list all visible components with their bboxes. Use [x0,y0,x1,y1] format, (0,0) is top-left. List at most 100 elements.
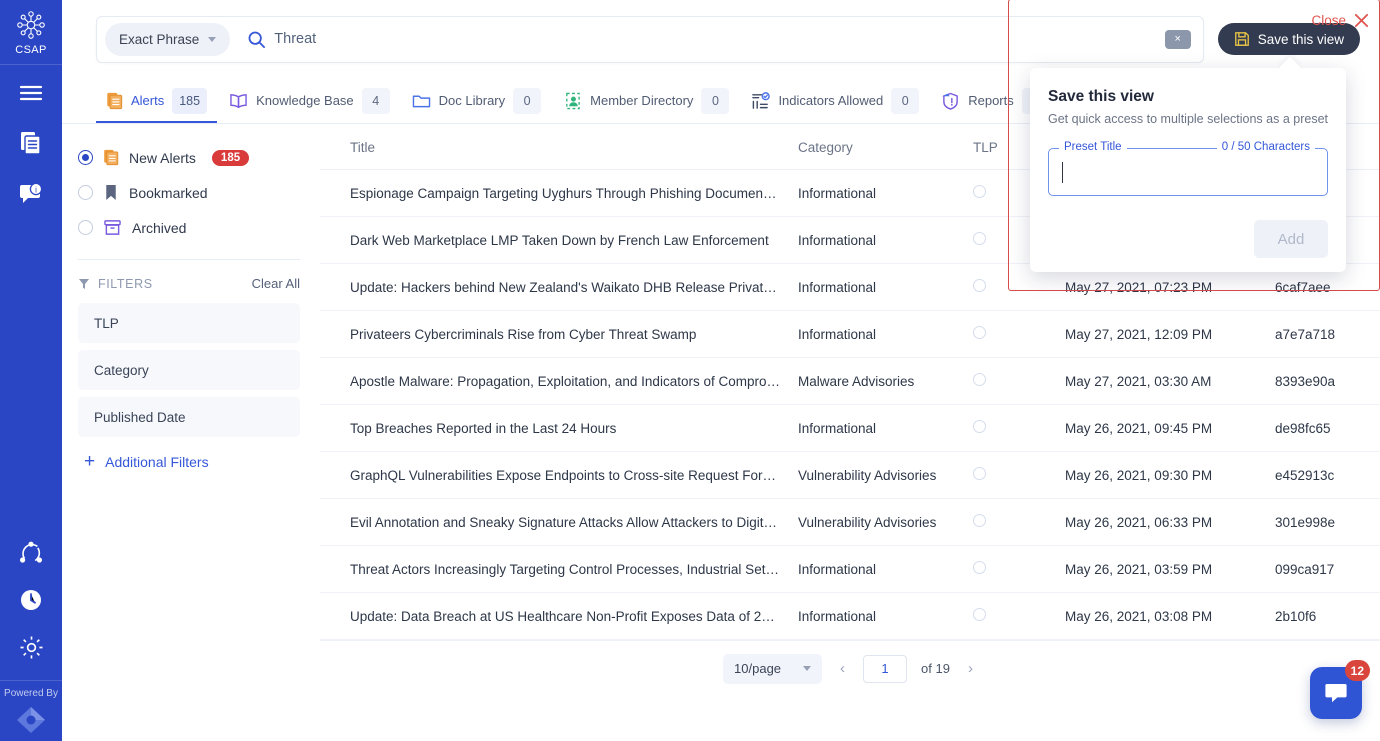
cell-category: Informational [790,405,965,452]
view-option-bookmarked[interactable]: Bookmarked [78,175,300,210]
powered-by-logo-icon [14,705,48,735]
info-chat-icon[interactable]: i [17,179,45,207]
filters-sidebar: New Alerts 185 Bookmarked Archived FILTE [62,124,320,741]
cell-title: Dark Web Marketplace LMP Taken Down by F… [320,217,790,264]
popover-subtitle: Get quick access to multiple selections … [1048,112,1328,126]
share-network-icon[interactable] [17,539,45,567]
additional-filters-button[interactable]: + Additional Filters [78,452,300,471]
cell-date: May 26, 2021, 03:59 PM [1057,546,1267,593]
text-cursor [1062,162,1063,183]
view-option-new-alerts[interactable]: New Alerts 185 [78,140,300,175]
cell-title: GraphQL Vulnerabilities Expose Endpoints… [320,452,790,499]
cell-id: 8393e90a [1267,358,1380,405]
cell-id: e452913c [1267,452,1380,499]
search-bar: Exact Phrase × [96,16,1204,63]
tlp-indicator [973,185,986,198]
tlp-indicator [973,514,986,527]
view-option-archived-label: Archived [132,220,186,236]
powered-by-label: Powered By [4,688,58,699]
cell-id: de98fc65 [1267,405,1380,452]
tab-alerts-count: 185 [172,88,207,114]
tab-doc-library[interactable]: Doc Library 0 [402,78,551,123]
table-row[interactable]: Privateers Cybercriminals Rise from Cybe… [320,311,1380,358]
book-icon [229,92,248,109]
filter-category[interactable]: Category [78,350,300,390]
add-preset-button[interactable]: Add [1254,220,1328,258]
cell-category: Informational [790,170,965,217]
chevron-down-icon [208,37,216,42]
table-row[interactable]: Update: Data Breach at US Healthcare Non… [320,593,1380,640]
tab-alerts[interactable]: Alerts 185 [96,78,217,123]
preset-title-field[interactable]: Preset Title 0 / 50 Characters [1048,148,1328,196]
cell-title: Update: Data Breach at US Healthcare Non… [320,593,790,640]
page-size-dropdown[interactable]: 10/page [723,654,822,684]
character-counter: 0 / 50 Characters [1217,141,1315,153]
radio-bookmarked[interactable] [78,185,93,200]
filter-published-date[interactable]: Published Date [78,397,300,437]
cell-category: Vulnerability Advisories [790,452,965,499]
gear-icon[interactable] [17,633,45,661]
clear-all-button[interactable]: Clear All [252,276,300,291]
save-view-popover: Save this view Get quick access to multi… [1030,68,1346,272]
cell-tlp [965,452,1057,499]
pagination-bar: 10/page ‹ of 19 › [320,640,1380,696]
menu-icon[interactable] [17,79,45,107]
table-row[interactable]: Threat Actors Increasingly Targeting Con… [320,546,1380,593]
cell-tlp [965,405,1057,452]
cell-tlp [965,311,1057,358]
cell-date: May 26, 2021, 09:45 PM [1057,405,1267,452]
additional-filters-label: Additional Filters [105,454,209,470]
view-option-archived[interactable]: Archived [78,210,300,245]
tlp-indicator [973,420,986,433]
close-button[interactable]: Close [1311,12,1370,29]
app-root: CSAP i Powered By [0,0,1380,741]
clock-icon[interactable] [17,586,45,614]
indicators-icon [751,92,770,110]
search-mode-dropdown[interactable]: Exact Phrase [105,23,230,56]
documents-icon[interactable] [17,129,45,157]
preset-title-label: Preset Title [1059,141,1127,153]
header-category[interactable]: Category [790,124,965,170]
tlp-indicator [973,232,986,245]
cell-category: Vulnerability Advisories [790,499,965,546]
page-number-input[interactable] [863,655,907,683]
clear-search-button[interactable]: × [1165,30,1191,49]
cell-category: Informational [790,593,965,640]
table-row[interactable]: Apostle Malware: Propagation, Exploitati… [320,358,1380,405]
tlp-indicator [973,561,986,574]
cell-category: Informational [790,264,965,311]
rail-bottom-group: Powered By [0,539,62,741]
divider [78,259,300,260]
tab-member-directory[interactable]: Member Directory 0 [553,78,739,123]
bookmark-icon [103,184,119,201]
tab-member-directory-count: 0 [701,88,729,114]
tab-alerts-label: Alerts [131,93,164,108]
tlp-indicator [973,467,986,480]
radio-new-alerts[interactable] [78,150,93,165]
cell-tlp [965,499,1057,546]
table-row[interactable]: Top Breaches Reported in the Last 24 Hou… [320,405,1380,452]
alerts-icon [103,149,119,166]
preset-title-input[interactable] [1061,164,1315,180]
tab-indicators-allowed[interactable]: Indicators Allowed 0 [741,78,929,123]
filter-tlp[interactable]: TLP [78,303,300,343]
plus-icon: + [84,452,95,471]
cell-category: Malware Advisories [790,358,965,405]
search-input[interactable] [274,31,1156,47]
powered-by-block: Powered By [0,680,62,741]
tlp-indicator [973,326,986,339]
tlp-indicator [973,279,986,292]
next-page-button[interactable]: › [964,660,977,677]
radio-archived[interactable] [78,220,93,235]
table-row[interactable]: GraphQL Vulnerabilities Expose Endpoints… [320,452,1380,499]
header-title[interactable]: Title [320,124,790,170]
cell-date: May 27, 2021, 03:30 AM [1057,358,1267,405]
prev-page-button[interactable]: ‹ [836,660,849,677]
cell-title: Update: Hackers behind New Zealand's Wai… [320,264,790,311]
app-logo[interactable]: CSAP [0,0,62,65]
cell-tlp [965,546,1057,593]
cell-id: 301e998e [1267,499,1380,546]
tab-member-directory-label: Member Directory [590,93,693,108]
table-row[interactable]: Evil Annotation and Sneaky Signature Att… [320,499,1380,546]
tab-knowledge-base[interactable]: Knowledge Base 4 [219,78,400,123]
